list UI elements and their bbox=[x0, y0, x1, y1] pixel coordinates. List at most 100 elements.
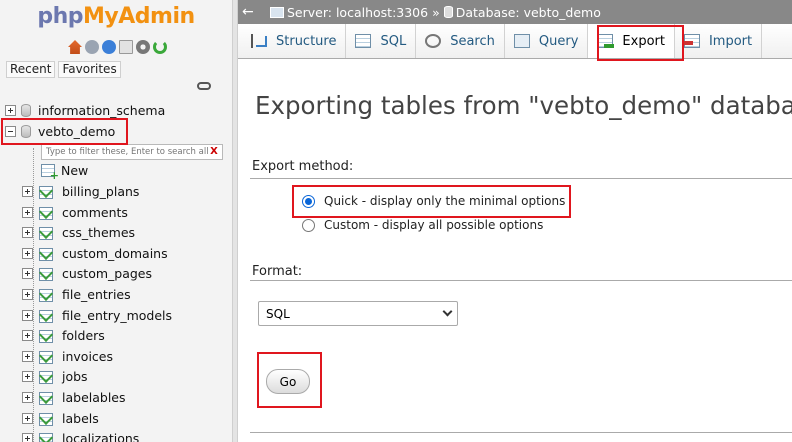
table-name[interactable]: custom_domains bbox=[62, 246, 168, 261]
link-with-main-panel-icon[interactable] bbox=[197, 82, 211, 90]
expand-icon[interactable] bbox=[22, 329, 33, 341]
table-name[interactable]: css_themes bbox=[62, 225, 135, 240]
table-icon[interactable] bbox=[39, 288, 55, 302]
table-name[interactable]: labelables bbox=[62, 390, 126, 405]
table-name[interactable]: jobs bbox=[62, 369, 88, 384]
tree-table-item[interactable]: localizations bbox=[22, 428, 139, 442]
expand-icon[interactable] bbox=[22, 391, 33, 403]
tree-table-item[interactable]: custom_domains bbox=[22, 243, 168, 263]
expand-icon[interactable] bbox=[22, 267, 33, 279]
tree-new-table[interactable]: New bbox=[41, 160, 88, 181]
table-name[interactable]: invoices bbox=[62, 349, 113, 364]
nav-resizer-handle[interactable] bbox=[232, 0, 238, 442]
tree-table-item[interactable]: file_entries bbox=[22, 284, 131, 304]
tab-structure[interactable]: Structure bbox=[242, 24, 347, 58]
breadcrumb-server[interactable]: Server: localhost:3306 bbox=[287, 5, 428, 20]
page-title: Exporting tables from "vebto_demo" datab… bbox=[255, 91, 792, 120]
table-icon[interactable] bbox=[39, 206, 55, 220]
divider bbox=[250, 432, 792, 433]
tab-query[interactable]: Query bbox=[505, 24, 589, 58]
expand-icon[interactable] bbox=[22, 370, 33, 382]
radio-custom-button[interactable] bbox=[302, 218, 315, 232]
tree-table-item[interactable]: billing_plans bbox=[22, 181, 139, 201]
recent-tab[interactable]: Recent bbox=[6, 61, 56, 78]
tree-table-item[interactable]: jobs bbox=[22, 366, 88, 386]
divider bbox=[250, 178, 792, 179]
home-icon[interactable] bbox=[68, 40, 82, 54]
new-table-icon bbox=[41, 163, 59, 181]
table-icon[interactable] bbox=[39, 185, 55, 199]
expand-icon[interactable] bbox=[22, 206, 33, 218]
logout-icon[interactable] bbox=[85, 40, 99, 54]
filter-clear-icon[interactable]: X bbox=[207, 145, 221, 159]
tab-label: Search bbox=[450, 33, 495, 49]
tab-label: Structure bbox=[276, 33, 337, 49]
format-legend: Format: bbox=[252, 264, 303, 279]
breadcrumb-bar: ← Server: localhost:3306 » Database: veb… bbox=[238, 0, 792, 24]
reload-icon[interactable] bbox=[153, 40, 167, 54]
table-icon[interactable] bbox=[39, 267, 55, 281]
expand-icon[interactable] bbox=[22, 226, 33, 238]
table-name[interactable]: file_entries bbox=[62, 287, 131, 302]
phpmyadmin-logo[interactable]: phpMyAdmin bbox=[0, 4, 232, 29]
table-icon[interactable] bbox=[39, 309, 55, 323]
table-icon[interactable] bbox=[39, 391, 55, 405]
tree-table-item[interactable]: folders bbox=[22, 325, 105, 345]
db-name[interactable]: information_schema bbox=[38, 103, 165, 118]
logo-myadmin-text: MyAdmin bbox=[83, 4, 195, 29]
expand-icon[interactable] bbox=[22, 412, 33, 424]
tree-table-item[interactable]: labels bbox=[22, 408, 99, 428]
table-name[interactable]: billing_plans bbox=[62, 184, 139, 199]
query-icon bbox=[513, 34, 530, 48]
table-filter-input[interactable] bbox=[41, 144, 223, 160]
table-name[interactable]: comments bbox=[62, 205, 128, 220]
table-icon[interactable] bbox=[39, 412, 55, 426]
table-icon[interactable] bbox=[39, 432, 55, 442]
expand-icon[interactable] bbox=[22, 247, 33, 259]
highlight-box-quick-option bbox=[292, 185, 571, 218]
breadcrumb-separator: » bbox=[432, 4, 440, 20]
structure-icon bbox=[251, 34, 267, 48]
docs-icon[interactable] bbox=[119, 40, 133, 54]
settings-gear-icon[interactable] bbox=[136, 40, 150, 54]
breadcrumb-database[interactable]: Database: vebto_demo bbox=[456, 5, 601, 20]
radio-custom[interactable]: Custom - display all possible options bbox=[302, 218, 543, 232]
table-name[interactable]: labels bbox=[62, 411, 99, 426]
arrow-left-icon[interactable]: ← bbox=[242, 4, 256, 20]
tab-search[interactable]: Search bbox=[416, 24, 505, 58]
database-icon bbox=[21, 103, 31, 117]
table-icon[interactable] bbox=[39, 329, 55, 343]
help-icon[interactable] bbox=[102, 40, 116, 54]
tree-table-item[interactable]: custom_pages bbox=[22, 263, 152, 283]
table-icon[interactable] bbox=[39, 370, 55, 384]
expand-icon[interactable] bbox=[22, 185, 33, 197]
recent-favorites-tabs: Recent Favorites bbox=[6, 61, 121, 78]
table-icon[interactable] bbox=[39, 350, 55, 364]
tree-db-information-schema[interactable]: information_schema bbox=[5, 100, 165, 120]
expand-icon[interactable] bbox=[5, 104, 16, 116]
table-name[interactable]: folders bbox=[62, 328, 105, 343]
tab-import[interactable]: Import bbox=[675, 24, 763, 58]
table-icon[interactable] bbox=[39, 247, 55, 261]
expand-icon[interactable] bbox=[22, 309, 33, 321]
table-name[interactable]: localizations bbox=[62, 431, 139, 442]
new-label[interactable]: New bbox=[61, 163, 88, 178]
nav-icon-bar bbox=[68, 38, 167, 56]
expand-icon[interactable] bbox=[22, 350, 33, 362]
navigation-panel: phpMyAdmin Recent Favorites information_… bbox=[0, 0, 232, 442]
table-name[interactable]: custom_pages bbox=[62, 266, 152, 281]
tree-table-item[interactable]: comments bbox=[22, 202, 128, 222]
radio-custom-label[interactable]: Custom - display all possible options bbox=[324, 218, 543, 232]
expand-icon[interactable] bbox=[22, 432, 33, 442]
tree-table-item[interactable]: css_themes bbox=[22, 222, 135, 242]
tree-table-item[interactable]: invoices bbox=[22, 346, 113, 366]
highlight-box-database bbox=[1, 118, 128, 145]
tab-sql[interactable]: SQL bbox=[346, 24, 417, 58]
tree-table-item[interactable]: labelables bbox=[22, 387, 126, 407]
format-select[interactable]: SQL bbox=[258, 301, 458, 326]
expand-icon[interactable] bbox=[22, 288, 33, 300]
table-name[interactable]: file_entry_models bbox=[62, 308, 172, 323]
table-icon[interactable] bbox=[39, 226, 55, 240]
tree-table-item[interactable]: file_entry_models bbox=[22, 305, 172, 325]
favorites-tab[interactable]: Favorites bbox=[58, 61, 121, 78]
